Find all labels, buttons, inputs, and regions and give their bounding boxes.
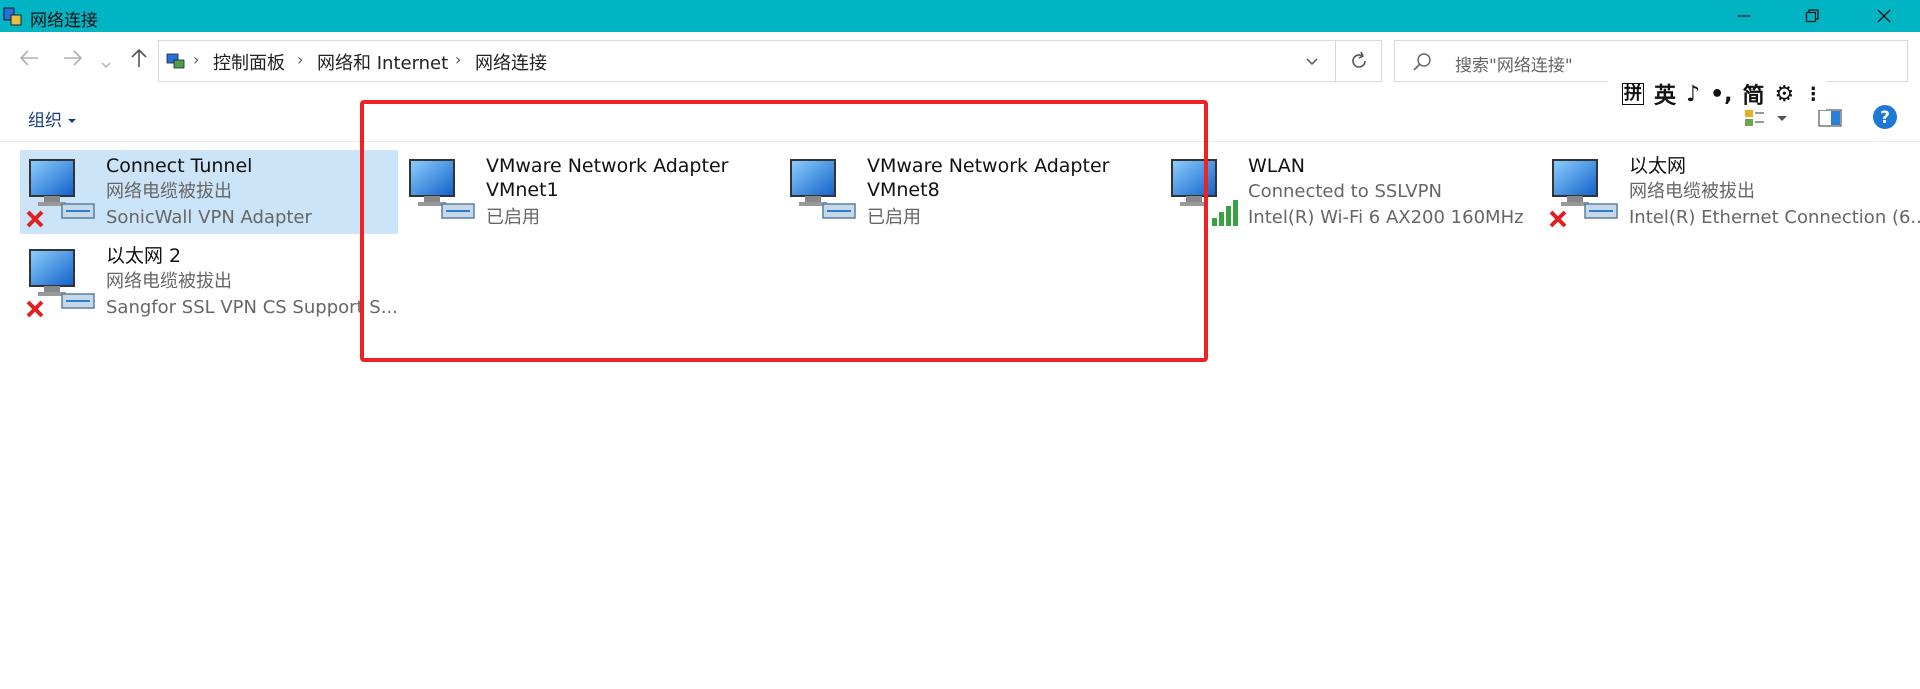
adapter-name: 以太网 2 [106, 245, 182, 267]
arrow-right-icon [64, 50, 83, 66]
chevron-down-icon [68, 119, 77, 123]
breadcrumb-separator-icon: › [193, 50, 200, 69]
adapter-status: 网络电缆被拔出 [106, 271, 232, 292]
error-x-icon [26, 300, 44, 318]
adapter-status: 网络电缆被拔出 [106, 181, 232, 202]
ime-more[interactable]: ⋮ [1804, 84, 1822, 105]
adapter-device: Sangfor SSL VPN CS Support S... [106, 297, 398, 318]
breadcrumb-separator-icon: › [455, 50, 462, 69]
minimize-button[interactable] [1712, 0, 1776, 32]
network-adapter-icon [26, 159, 95, 228]
error-x-icon [1549, 210, 1567, 228]
window-title: 网络连接 [30, 11, 98, 31]
network-adapter-icon [26, 249, 95, 318]
chevron-down-icon [101, 62, 111, 68]
signal-bars-icon [1212, 200, 1238, 226]
adapter-ethernet[interactable]: 以太网 网络电缆被拔出 Intel(R) Ethernet Connection… [1543, 150, 1920, 234]
preview-pane-icon[interactable] [1818, 108, 1842, 128]
organize-button[interactable]: 组织 [28, 106, 77, 131]
ime-simplified[interactable]: 简 [1742, 78, 1764, 110]
refresh-button[interactable] [1336, 40, 1382, 82]
recent-locations-button[interactable] [100, 52, 112, 77]
address-bar[interactable]: › 控制面板 › 网络和 Internet › 网络连接 [158, 40, 1336, 82]
adapter-ethernet-2[interactable]: 以太网 2 网络电缆被拔出 Sangfor SSL VPN CS Support… [20, 240, 398, 324]
restore-button[interactable] [1780, 0, 1844, 32]
adapter-name: WLAN [1248, 155, 1306, 177]
organize-label: 组织 [28, 111, 62, 131]
view-dropdown-icon[interactable] [1776, 114, 1788, 124]
ime-punctuation[interactable]: ♪ [1686, 82, 1700, 107]
search-icon [1413, 53, 1431, 71]
network-folder-icon [166, 53, 185, 69]
ime-pinyin[interactable]: 拼 [1622, 83, 1644, 105]
svg-text:?: ? [1880, 108, 1890, 128]
close-icon [1877, 9, 1891, 23]
network-adapter-icon [1549, 159, 1618, 228]
restore-icon [1805, 9, 1819, 23]
adapter-device: SonicWall VPN Adapter [106, 207, 312, 228]
arrow-left-icon [19, 50, 38, 66]
breadcrumb-control-panel[interactable]: 控制面板 [213, 49, 285, 75]
ime-toolbar: 拼 英 ♪ •, 简 ⚙ ⋮ [1608, 78, 1826, 110]
search-placeholder: 搜索"网络连接" [1455, 56, 1573, 76]
adapter-name: Connect Tunnel [106, 155, 253, 177]
arrow-up-icon [131, 48, 147, 67]
adapter-status: 网络电缆被拔出 [1629, 181, 1755, 202]
network-connections-icon [3, 7, 22, 26]
refresh-icon [1351, 51, 1366, 68]
title-bar: 网络连接 [0, 0, 1920, 32]
error-x-icon [26, 210, 44, 228]
ime-settings[interactable]: ⚙ [1775, 82, 1795, 107]
adapter-connect-tunnel[interactable]: Connect Tunnel 网络电缆被拔出 SonicWall VPN Ada… [20, 150, 398, 234]
forward-button[interactable] [62, 47, 84, 75]
up-button[interactable] [128, 47, 150, 75]
ime-english-toggle[interactable]: 英 [1654, 78, 1676, 110]
breadcrumb-separator-icon: › [297, 50, 304, 69]
adapter-status: Connected to SSLVPN [1248, 181, 1442, 202]
adapter-device: Intel(R) Wi-Fi 6 AX200 160MHz [1248, 207, 1524, 228]
address-dropdown-icon[interactable] [1305, 55, 1319, 69]
help-icon[interactable]: ? [1872, 104, 1898, 130]
close-button[interactable] [1852, 0, 1916, 32]
back-button[interactable] [18, 47, 40, 75]
breadcrumb-network-internet[interactable]: 网络和 Internet [317, 49, 448, 75]
ime-width[interactable]: •, [1710, 82, 1732, 107]
breadcrumb-network-connections[interactable]: 网络连接 [475, 49, 547, 75]
change-view-icon[interactable] [1744, 108, 1766, 128]
adapter-device: Intel(R) Ethernet Connection (6... [1629, 207, 1920, 228]
search-box[interactable]: 搜索"网络连接" [1394, 40, 1908, 82]
adapter-name: 以太网 [1629, 155, 1687, 177]
minimize-icon [1738, 15, 1750, 17]
highlight-annotation-box [360, 100, 1208, 362]
adapter-wlan[interactable]: WLAN Connected to SSLVPN Intel(R) Wi-Fi … [1162, 150, 1540, 234]
